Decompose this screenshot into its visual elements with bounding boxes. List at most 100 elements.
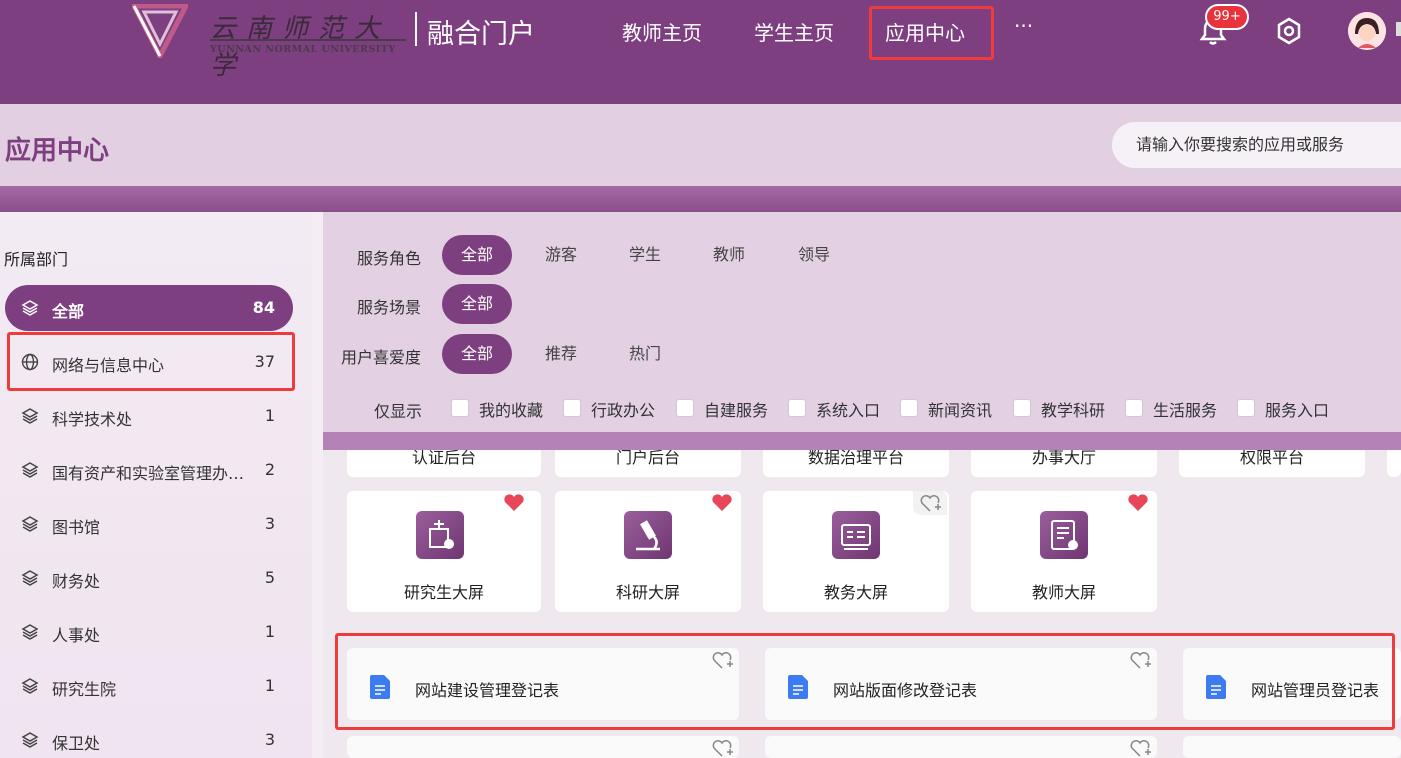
user-avatar[interactable]: [1348, 12, 1386, 50]
favorite-heart-icon[interactable]: [1121, 491, 1155, 515]
checkbox-label: 我的收藏: [479, 401, 544, 420]
sidebar-item-count: 1: [264, 406, 275, 425]
favorite-heart-icon[interactable]: [705, 491, 739, 515]
document-clock-icon: [1040, 511, 1088, 559]
layers-icon: [21, 624, 39, 640]
sidebar-item-count: 1: [264, 622, 275, 641]
sidebar-item-label: 研究生院: [52, 680, 117, 699]
logo-text-en: YUNNAN NORMAL UNIVERSITY: [210, 44, 396, 55]
nav-more[interactable]: ···: [1014, 14, 1033, 38]
pref-chip-recommended[interactable]: 推荐: [530, 334, 592, 374]
sidebar-item-count: 3: [264, 730, 275, 749]
checkbox[interactable]: [1013, 399, 1031, 417]
settings-icon[interactable]: [1274, 16, 1304, 46]
form-card[interactable]: [347, 736, 739, 758]
sidebar-item-graduate-school[interactable]: 研究生院 1: [5, 663, 293, 709]
layers-icon: [21, 570, 39, 586]
university-logo-icon: [132, 4, 188, 58]
role-chip-all[interactable]: 全部: [442, 235, 512, 275]
sidebar-item-library[interactable]: 图书馆 3: [5, 501, 293, 547]
building-icon: [416, 511, 464, 559]
checkbox-label: 新闻资讯: [928, 401, 993, 420]
form-card[interactable]: [765, 736, 1157, 758]
checkbox[interactable]: [451, 399, 469, 417]
sidebar-item-label: 科学技术处: [52, 410, 133, 429]
layers-icon: [21, 516, 39, 532]
sidebar-item-count: 1: [264, 676, 275, 695]
layers-icon: [21, 732, 39, 748]
nav-highlight-box: [869, 6, 994, 60]
checkbox-label: 行政办公: [591, 401, 656, 420]
checkbox[interactable]: [1237, 399, 1255, 417]
checkbox[interactable]: [676, 399, 694, 417]
pref-chip-all[interactable]: 全部: [442, 334, 512, 374]
sidebar-item-count: 2: [264, 460, 275, 479]
layers-icon: [21, 462, 39, 478]
nav-teacher-home[interactable]: 教师主页: [622, 17, 702, 46]
logo-text-cn: 云南师范大学: [210, 14, 391, 81]
checkbox[interactable]: [563, 399, 581, 417]
sidebar-item-finance[interactable]: 财务处 5: [5, 555, 293, 601]
page-title: 应用中心: [5, 136, 110, 166]
favorite-heart-icon[interactable]: [497, 491, 531, 515]
layers-icon: [21, 678, 39, 694]
sidebar-item-label: 保卫处: [52, 734, 101, 753]
notification-badge: 99+: [1205, 4, 1249, 30]
sidebar-item-hr[interactable]: 人事处 1: [5, 609, 293, 655]
checkbox-label: 自建服务: [704, 401, 769, 420]
sidebar-item-science-tech[interactable]: 科学技术处 1: [5, 393, 293, 439]
microscope-icon: [624, 511, 672, 559]
role-chip-visitor[interactable]: 游客: [530, 235, 592, 275]
sidebar-item-count: 84: [252, 298, 275, 317]
sidebar-item-label: 人事处: [52, 626, 101, 645]
add-favorite-icon[interactable]: [913, 491, 947, 515]
sidebar-item-security[interactable]: 保卫处 3: [5, 717, 293, 758]
sidebar-item-assets-lab[interactable]: 国有资产和实验室管理办公室 2: [5, 447, 293, 493]
app-card-title: 教师大屏: [1031, 583, 1096, 602]
app-card-graduate-screen[interactable]: 研究生大屏: [347, 491, 541, 612]
app-card-title: 科研大屏: [615, 583, 680, 602]
sidebar-heading: 所属部门: [4, 250, 69, 269]
search-input[interactable]: 请输入你要搜索的应用或服务: [1112, 122, 1401, 168]
logo-separator: [415, 12, 417, 46]
layers-icon: [21, 408, 39, 424]
divider-band: [0, 186, 1401, 212]
forms-highlight-box: [335, 633, 1395, 730]
checkbox-label: 生活服务: [1153, 401, 1218, 420]
app-card-teacher-screen[interactable]: 教师大屏: [971, 491, 1157, 612]
sidebar-item-label: 财务处: [52, 572, 101, 591]
checkbox[interactable]: [1125, 399, 1143, 417]
filter-role-label: 服务角色: [357, 249, 422, 268]
checkbox-label: 服务入口: [1265, 401, 1330, 420]
filter-only-label: 仅显示: [374, 402, 423, 421]
checkbox[interactable]: [788, 399, 806, 417]
scene-chip-all[interactable]: 全部: [442, 284, 512, 324]
logo-underline: [210, 39, 406, 41]
nav-student-home[interactable]: 学生主页: [754, 17, 834, 46]
sidebar-item-label: 全部: [52, 302, 85, 321]
checkbox-label: 教学科研: [1041, 401, 1106, 420]
role-chip-leader[interactable]: 领导: [783, 235, 845, 275]
form-card[interactable]: [1183, 736, 1401, 758]
portal-title: 融合门户: [427, 19, 535, 50]
sidebar-item-label: 图书馆: [52, 518, 101, 537]
role-chip-student[interactable]: 学生: [614, 235, 676, 275]
avatar-face-icon: [1348, 12, 1386, 50]
checkbox-label: 系统入口: [816, 401, 881, 420]
sidebar-item-count: 3: [264, 514, 275, 533]
app-card-academic-screen[interactable]: 教务大屏: [763, 491, 949, 612]
sidebar-item-all[interactable]: 全部 84: [5, 285, 293, 331]
app-card-title: 教务大屏: [823, 583, 888, 602]
role-chip-teacher[interactable]: 教师: [698, 235, 760, 275]
sidebar-item-count: 5: [264, 568, 275, 587]
add-favorite-icon[interactable]: [1123, 736, 1157, 758]
id-card-icon: [832, 511, 880, 559]
checkbox[interactable]: [900, 399, 918, 417]
filter-scene-label: 服务场景: [357, 298, 422, 317]
app-card-title: 研究生大屏: [403, 583, 484, 602]
app-card-research-screen[interactable]: 科研大屏: [555, 491, 741, 612]
add-favorite-icon[interactable]: [705, 736, 739, 758]
panel-bottom-band: [323, 432, 1401, 450]
pref-chip-popular[interactable]: 热门: [614, 334, 676, 374]
sidebar-item-label: 国有资产和实验室管理办公室: [52, 464, 252, 483]
